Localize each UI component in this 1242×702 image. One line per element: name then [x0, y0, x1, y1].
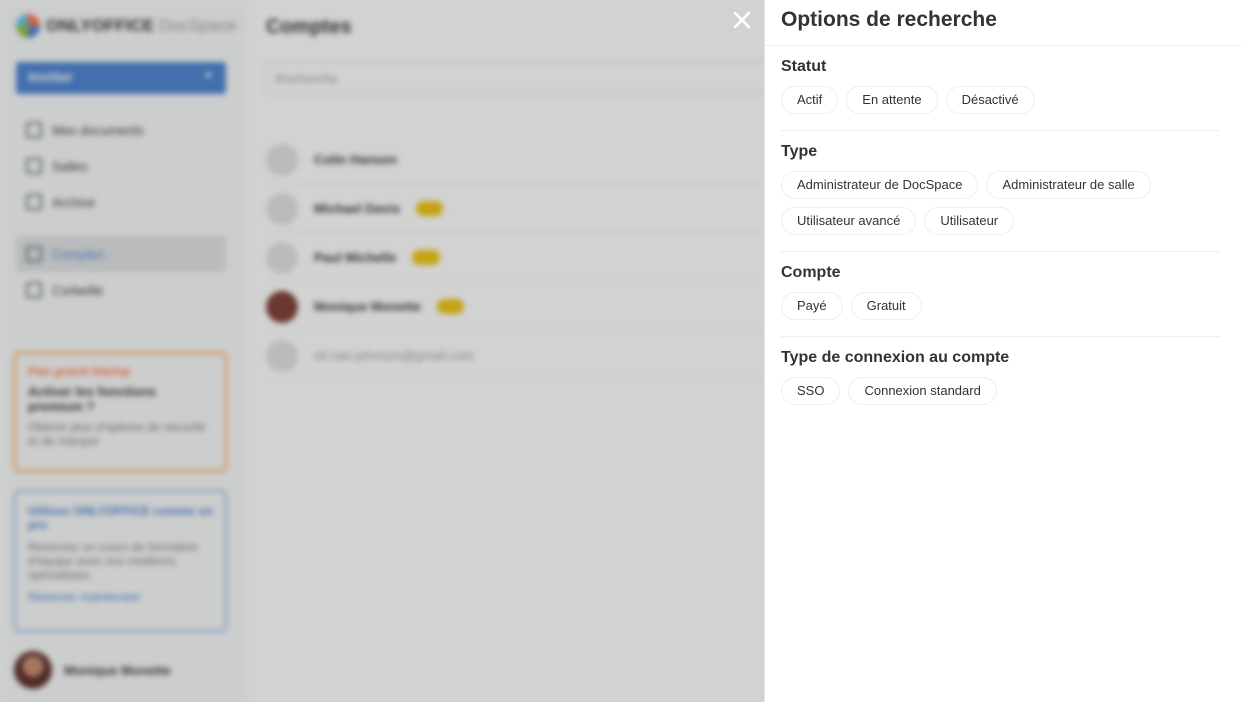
filter-chip-room-admin[interactable]: Administrateur de salle	[986, 171, 1151, 199]
chip-group: Actif En attente Désactivé	[781, 86, 1220, 114]
filter-chip-sso[interactable]: SSO	[781, 377, 841, 405]
search-options-panel: Options de recherche Statut Actif En att…	[764, 0, 1242, 702]
filter-chip-pending[interactable]: En attente	[846, 86, 938, 114]
chip-group: SSO Connexion standard	[781, 377, 1220, 405]
section-title: Compte	[781, 264, 841, 281]
section-title: Type	[781, 143, 818, 160]
filter-chip-docspace-admin[interactable]: Administrateur de DocSpace	[781, 171, 979, 199]
panel-title: Options de recherche	[781, 8, 997, 31]
filter-section-login-type: Type de connexion au compte SSO Connexio…	[781, 337, 1220, 421]
filter-section-type: Type Administrateur de DocSpace Administ…	[781, 131, 1220, 252]
filter-chip-paid[interactable]: Payé	[781, 292, 843, 320]
modal-backdrop[interactable]	[0, 0, 764, 702]
filter-chip-disabled[interactable]: Désactivé	[945, 86, 1035, 114]
filter-chip-active[interactable]: Actif	[781, 86, 839, 114]
panel-header: Options de recherche	[765, 0, 1242, 46]
close-button[interactable]	[730, 8, 754, 32]
filter-section-account: Compte Payé Gratuit	[781, 252, 1220, 337]
section-title: Type de connexion au compte	[781, 349, 1010, 366]
chip-group: Administrateur de DocSpace Administrateu…	[781, 171, 1220, 235]
filter-chip-power-user[interactable]: Utilisateur avancé	[781, 207, 917, 235]
section-title: Statut	[781, 58, 827, 75]
filter-chip-standard-login[interactable]: Connexion standard	[848, 377, 997, 405]
chip-group: Payé Gratuit	[781, 292, 1220, 320]
filter-section-status: Statut Actif En attente Désactivé	[781, 46, 1220, 131]
filter-chip-free[interactable]: Gratuit	[850, 292, 922, 320]
close-icon	[733, 11, 751, 29]
filter-chip-user[interactable]: Utilisateur	[924, 207, 1015, 235]
